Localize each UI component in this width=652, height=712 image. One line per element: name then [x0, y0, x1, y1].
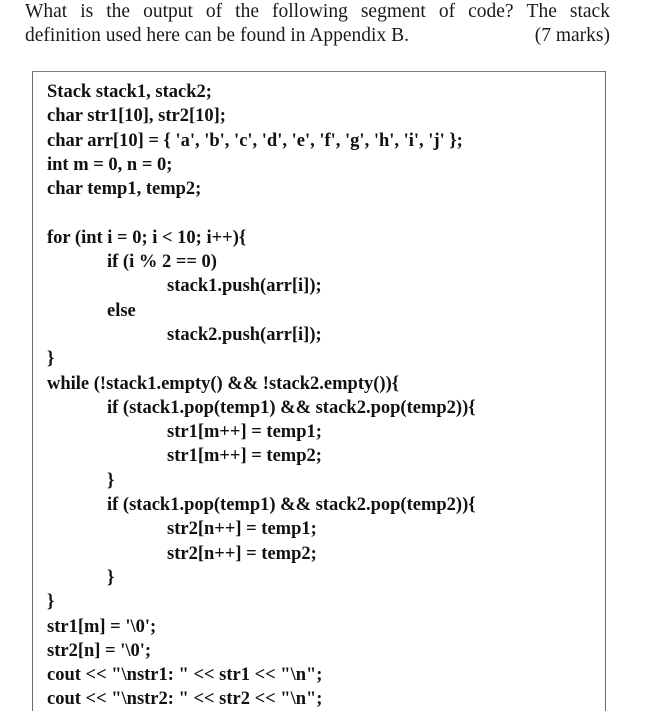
code-line: while (!stack1.empty() && !stack2.empty(…: [47, 373, 400, 394]
question-word: the: [106, 1, 131, 22]
question-word: following: [272, 1, 348, 22]
question-word: output: [143, 1, 193, 22]
code-line: }: [107, 470, 115, 491]
question-word: of: [205, 1, 223, 22]
code-box: Stack stack1, stack2; char str1[10], str2…: [32, 71, 606, 711]
question-word: The: [526, 1, 557, 22]
code-line: stack2.push(arr[i]);: [167, 324, 322, 345]
code-line: int m = 0, n = 0;: [47, 154, 173, 175]
question-word: segment: [360, 1, 426, 22]
marks-label: (7 marks): [534, 25, 610, 46]
code-line: str2[n++] = temp1;: [167, 519, 317, 540]
code-line: if (stack1.pop(temp1) && stack2.pop(temp…: [107, 495, 476, 516]
question-line-2: definition used here can be found in App…: [25, 24, 610, 48]
code-line: str2[n] = '\0';: [47, 640, 152, 661]
code-line: str1[m++] = temp1;: [167, 422, 322, 443]
code-line: }: [47, 349, 55, 370]
code-line: cout << "\nstr1: " << str1 << "\n";: [47, 665, 323, 686]
question-text: What is the output of the following segment of co…: [25, 0, 610, 48]
question-word: of: [438, 1, 456, 22]
question-line-1: What is the output of the following segment of co…: [25, 0, 610, 24]
code-line: }: [107, 567, 115, 588]
code-line: else: [107, 300, 136, 321]
code-line: char arr[10] = { 'a', 'b', 'c', 'd', 'e'…: [47, 130, 463, 151]
question-word: stack: [569, 1, 610, 22]
code-line: cout << "\nstr2: " << str2 << "\n";: [47, 689, 323, 710]
question-word: is: [80, 1, 94, 22]
code-line: char str1[10], str2[10];: [47, 106, 226, 127]
question-word: What: [25, 1, 68, 22]
question-word: the: [235, 1, 259, 22]
code-line: str2[n++] = temp2;: [167, 543, 317, 564]
code-listing: Stack stack1, stack2; char str1[10], str2…: [47, 80, 476, 712]
code-line: str1[m++] = temp2;: [167, 446, 322, 467]
question-line-2-text: definition used here can be found in App…: [25, 25, 409, 46]
code-line: if (stack1.pop(temp1) && stack2.pop(temp…: [107, 397, 476, 418]
code-line: for (int i = 0; i < 10; i++){: [47, 227, 247, 248]
code-line: if (i % 2 == 0): [107, 252, 217, 273]
code-line: Stack stack1, stack2;: [47, 82, 212, 102]
code-line: char temp1, temp2;: [47, 179, 202, 200]
code-line: }: [47, 592, 55, 613]
question-word: code?: [468, 1, 514, 22]
code-line: str1[m] = '\0';: [47, 616, 157, 637]
code-line: stack1.push(arr[i]);: [167, 276, 322, 297]
